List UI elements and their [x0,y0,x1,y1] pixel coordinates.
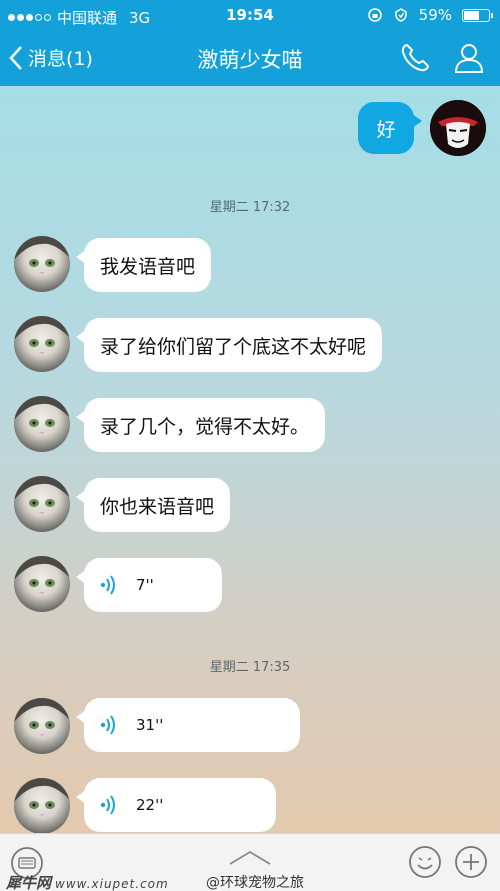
voice-duration: 31'' [136,716,164,734]
avatar[interactable] [14,316,70,372]
profile-icon [454,44,484,73]
emoji-icon [409,846,441,878]
message-bubble-self[interactable]: 好 [358,102,422,154]
chevron-up-icon [229,850,271,865]
avatar[interactable] [14,236,70,292]
avatar[interactable] [14,396,70,452]
watermark-left-name: 犀牛网 [6,874,52,891]
voice-duration: 7'' [136,576,154,594]
watermark-left: 犀牛网 www.xiupet.com [6,872,169,891]
voice-wave-icon [100,573,120,597]
message-bubble[interactable]: 录了给你们留了个底这不太好呢 [75,318,383,372]
avatar[interactable] [430,100,486,156]
message-text: 录了给你们留了个底这不太好呢 [100,335,367,358]
location-icon [394,8,407,22]
message-text: 录了几个，觉得不太好。 [100,415,310,438]
profile-button[interactable] [452,41,486,79]
battery-fill [464,10,480,20]
call-button[interactable] [398,41,432,79]
input-toolbar: 犀牛网 www.xiupet.com @环球宠物之旅 [0,833,500,891]
timestamp: 星期二 17:32 [209,200,291,215]
expand-button[interactable] [226,848,274,870]
voice-duration: 22'' [136,796,164,814]
emoji-button[interactable] [408,845,442,883]
cat-girl-avatar-icon [14,316,70,354]
message-bubble[interactable]: 录了几个，觉得不太好。 [75,398,326,452]
phone-icon [401,43,430,72]
nav-bar: 消息(1) 激萌少女喵 [0,32,500,86]
avatar[interactable] [14,698,70,754]
battery-percent: 59% [418,6,452,24]
chat-area[interactable]: 好 星期二 17:32 我发语音吧 录了给你们留了个底这不太好呢 录了几个，觉得… [0,86,500,834]
mask-avatar-icon [430,100,486,156]
cat-girl-avatar-icon [14,698,70,736]
avatar[interactable] [14,778,70,834]
cat-girl-avatar-icon [14,476,70,514]
avatar[interactable] [14,556,70,612]
message-text: 我发语音吧 [100,255,196,278]
cat-girl-avatar-icon [14,556,70,594]
message-text: 你也来语音吧 [100,495,215,518]
message-text: 好 [376,118,396,141]
message-bubble[interactable]: 我发语音吧 [75,238,212,292]
message-bubble[interactable]: 你也来语音吧 [75,478,231,532]
cat-girl-avatar-icon [14,396,70,434]
battery-icon [462,8,493,22]
avatar[interactable] [14,476,70,532]
voice-message-bubble[interactable]: 7'' [76,558,222,612]
voice-message-bubble[interactable]: 31'' [76,698,300,752]
timestamp: 星期二 17:35 [209,660,291,675]
voice-wave-icon [100,793,120,817]
watermark-right: @环球宠物之旅 [206,875,304,891]
cat-girl-avatar-icon [14,778,70,816]
watermark-left-url: www.xiupet.com [55,877,169,891]
status-right: 59% [367,6,493,24]
more-button[interactable] [454,845,488,883]
plus-icon [455,846,487,878]
cat-girl-avatar-icon [14,236,70,274]
status-bar: 中国联通 3G 19:54 59% [0,0,500,32]
rotation-lock-icon [367,8,382,22]
voice-message-bubble[interactable]: 22'' [76,778,276,832]
voice-wave-icon [100,713,120,737]
